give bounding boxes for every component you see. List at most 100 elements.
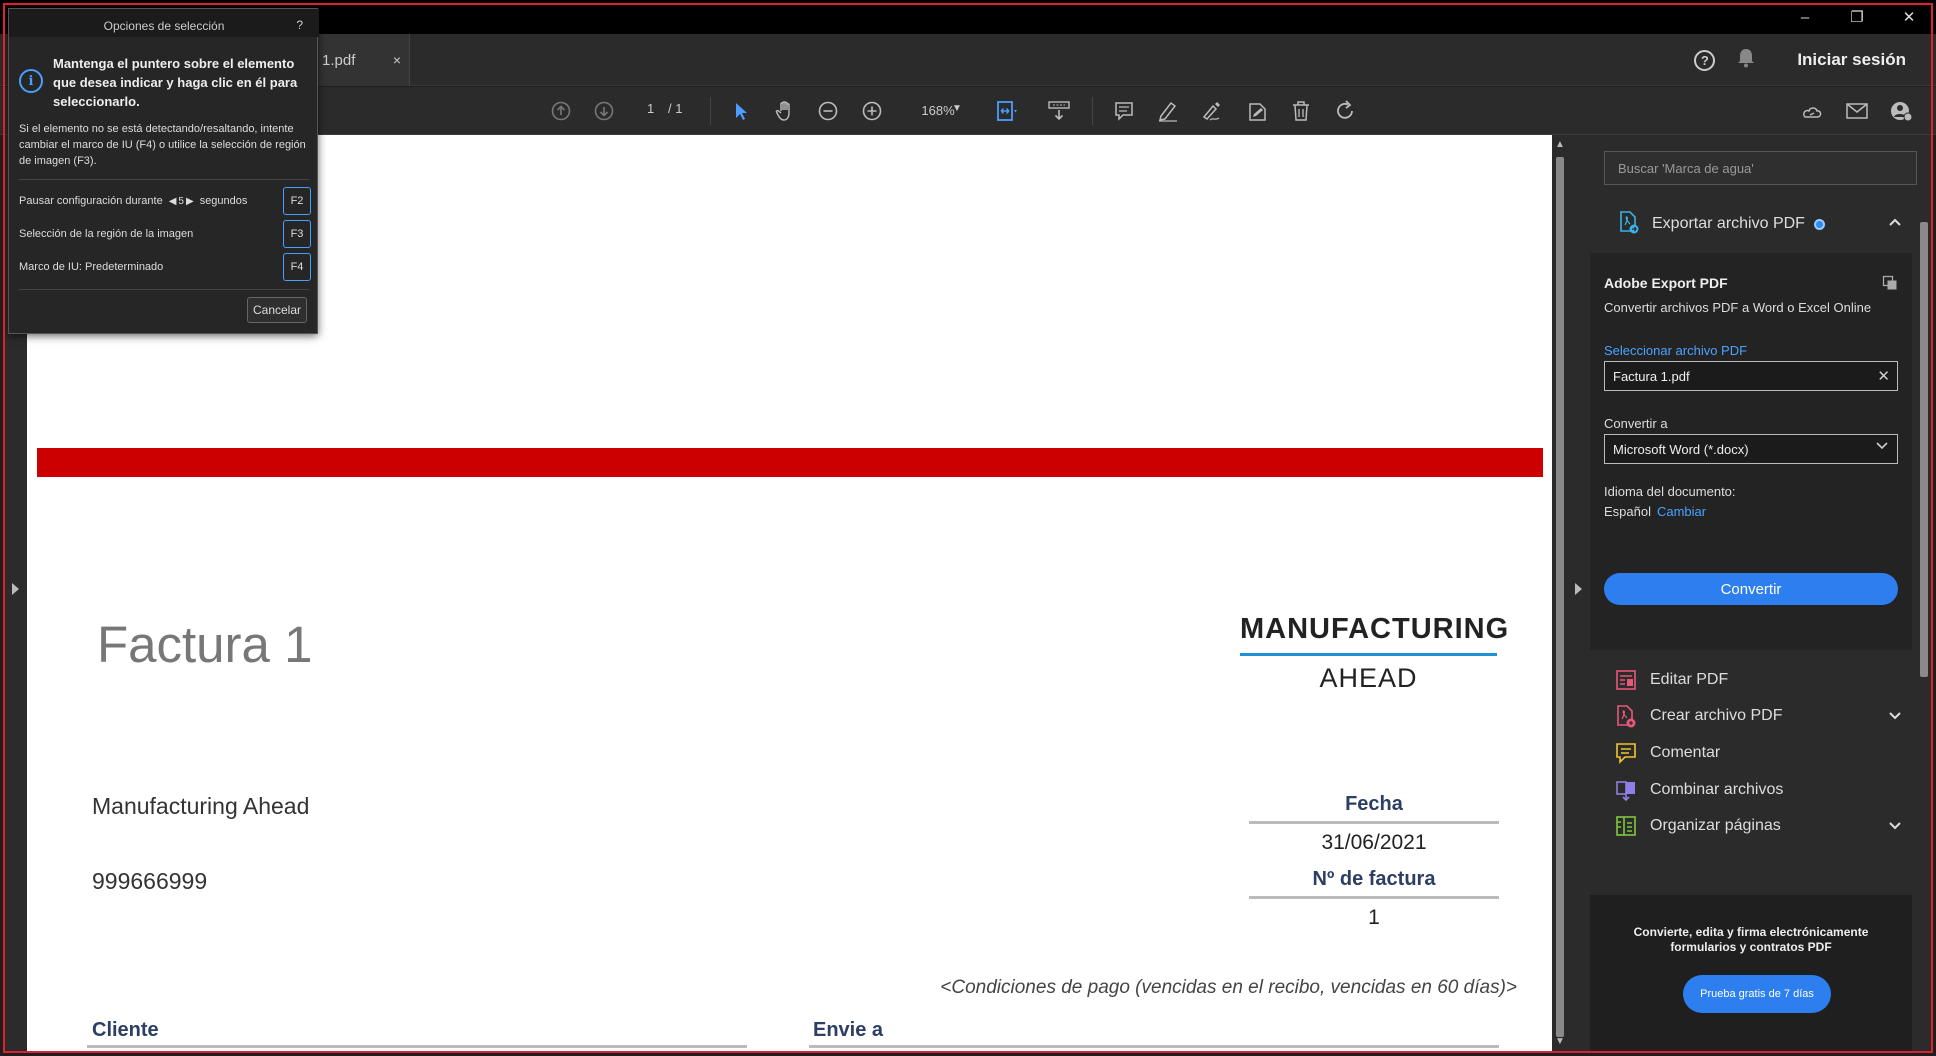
change-language-link[interactable]: Cambiar [1657, 504, 1706, 519]
convert-to-label: Convertir a [1604, 416, 1668, 431]
copy-icon[interactable] [1882, 275, 1898, 294]
clear-file-icon[interactable]: ✕ [1877, 367, 1890, 385]
rotate-icon[interactable] [1333, 99, 1357, 123]
f2-key-button[interactable]: F2 [283, 187, 311, 215]
tool-edit-pdf[interactable]: Editar PDF [1590, 662, 1912, 698]
decrement-icon[interactable]: ◀ [169, 196, 177, 207]
increment-icon[interactable]: ▶ [186, 196, 194, 207]
toolbar-divider [1092, 97, 1093, 125]
company-phone: 999666999 [92, 868, 208, 894]
prev-page-icon[interactable] [549, 99, 573, 123]
tool-label: Organizar páginas [1650, 817, 1781, 834]
help-icon[interactable]: ? [1694, 49, 1716, 71]
format-select[interactable]: Microsoft Word (*.docx) [1604, 434, 1898, 464]
toolbar-divider [710, 97, 711, 125]
selected-file-value: Factura 1.pdf [1613, 369, 1690, 384]
delete-trash-icon[interactable] [1289, 99, 1313, 123]
pause-value: 5 [178, 195, 184, 207]
hand-tool-icon[interactable] [773, 99, 797, 123]
region-row: Selección de la región de la imagen F3 [19, 220, 311, 248]
comment-icon[interactable] [1112, 99, 1136, 123]
comment-tool-icon [1614, 741, 1638, 765]
client-rule [87, 1045, 747, 1048]
payment-terms: <Condiciones de pago (vencidas en el rec… [940, 977, 1517, 998]
draw-sign-icon[interactable] [1200, 99, 1224, 123]
doc-language-row: Español Cambiar [1604, 504, 1706, 519]
tools-panel: Buscar 'Marca de agua' Exportar archivo … [1590, 135, 1933, 1051]
pause-row: Pausar configuración durante ◀ 5 ▶ segun… [19, 187, 311, 215]
promo-text: Convierte, edita y firma electrónicament… [1633, 925, 1869, 954]
date-value: 31/06/2021 [1321, 831, 1427, 854]
collapse-right-panel-icon[interactable] [1575, 583, 1582, 595]
restore-button[interactable]: ❐ [1848, 8, 1866, 26]
logo-wordmark-top: MANUFACTURING [1240, 613, 1510, 645]
tool-organize-pages[interactable]: Organizar páginas [1590, 808, 1912, 844]
format-select-value: Microsoft Word (*.docx) [1613, 442, 1749, 457]
tool-create-pdf[interactable]: Crear archivo PDF [1590, 698, 1912, 734]
combine-files-icon [1614, 778, 1638, 802]
select-tool-icon[interactable] [729, 99, 753, 123]
chevron-down-icon[interactable] [1888, 709, 1902, 724]
export-pdf-header[interactable]: Exportar archivo PDF [1590, 195, 1912, 253]
invoice-number-value: 1 [1368, 906, 1380, 929]
user-share-icon[interactable] [1889, 99, 1913, 123]
close-window-button[interactable]: ✕ [1900, 8, 1918, 26]
chevron-up-icon[interactable] [1888, 215, 1902, 230]
document-scroll-thumb[interactable] [1556, 157, 1564, 1037]
tools-panel-scrollbar[interactable] [1917, 200, 1931, 900]
pause-stepper[interactable]: ◀ 5 ▶ [169, 196, 194, 207]
document-tab[interactable]: 1.pdf × [310, 34, 410, 86]
info-icon: i [19, 69, 43, 93]
scroll-up-icon[interactable]: ▲ [1555, 139, 1565, 150]
header-red-band [37, 448, 1543, 477]
select-file-link[interactable]: Seleccionar archivo PDF [1604, 343, 1747, 358]
free-trial-button[interactable]: Prueba gratis de 7 días [1683, 975, 1831, 1013]
invoice-number-rule [1249, 896, 1499, 899]
bell-icon[interactable] [1737, 48, 1755, 73]
page-current-input[interactable]: 1 [647, 101, 654, 116]
zoom-caret-icon[interactable]: ▼ [952, 103, 962, 114]
tool-label: Combinar archivos [1650, 781, 1784, 798]
chevron-down-icon[interactable] [1888, 819, 1902, 834]
expand-left-panel-icon[interactable] [12, 583, 19, 595]
email-icon[interactable] [1845, 99, 1869, 123]
export-pdf-body: Adobe Export PDF Convertir archivos PDF … [1590, 253, 1912, 650]
selected-file-field[interactable]: Factura 1.pdf ✕ [1604, 361, 1898, 391]
tools-panel-scroll-thumb[interactable] [1920, 222, 1928, 677]
convert-button[interactable]: Convertir [1604, 573, 1898, 605]
tools-search-input[interactable]: Buscar 'Marca de agua' [1604, 151, 1917, 185]
f4-key-button[interactable]: F4 [283, 253, 311, 281]
scroll-down-icon[interactable]: ▼ [1555, 1036, 1565, 1047]
f3-key-button[interactable]: F3 [283, 220, 311, 248]
organize-pages-icon [1614, 814, 1638, 838]
scroll-mode-icon[interactable] [1047, 99, 1071, 123]
dialog-divider [19, 179, 309, 180]
export-pdf-icon [1618, 210, 1640, 239]
pause-label: Pausar configuración durante [19, 195, 163, 207]
doc-language-label: Idioma del documento: [1604, 484, 1736, 499]
dialog-help-icon[interactable]: ? [296, 18, 303, 32]
next-page-icon[interactable] [592, 99, 616, 123]
pause-unit: segundos [199, 195, 248, 207]
dialog-hint: Si el elemento no se está detectando/res… [19, 123, 306, 167]
signin-button[interactable]: Iniciar sesión [1797, 50, 1906, 70]
tool-label: Editar PDF [1650, 671, 1729, 688]
zoom-in-icon[interactable] [860, 99, 884, 123]
tool-comment[interactable]: Comentar [1590, 735, 1912, 771]
zoom-out-icon[interactable] [816, 99, 840, 123]
fill-sign-icon[interactable] [1245, 99, 1269, 123]
dialog-divider [19, 289, 309, 290]
highlight-pen-icon[interactable] [1156, 99, 1180, 123]
minimize-button[interactable]: – [1796, 9, 1814, 26]
share-link-icon[interactable] [1800, 99, 1824, 123]
page-fit-icon[interactable] [996, 99, 1020, 123]
tool-combine-files[interactable]: Combinar archivos [1590, 772, 1912, 808]
logo-underline [1240, 653, 1497, 656]
export-subtitle: Convertir archivos PDF a Word o Excel On… [1604, 300, 1872, 315]
cancel-button[interactable]: Cancelar [247, 297, 307, 323]
date-label: Fecha [1345, 793, 1403, 815]
document-scrollbar[interactable]: ▲ ▼ [1552, 135, 1568, 1051]
document-tab-label: 1.pdf [322, 51, 356, 69]
window-controls: – ❐ ✕ [1796, 0, 1918, 34]
close-tab-icon[interactable]: × [393, 52, 401, 68]
